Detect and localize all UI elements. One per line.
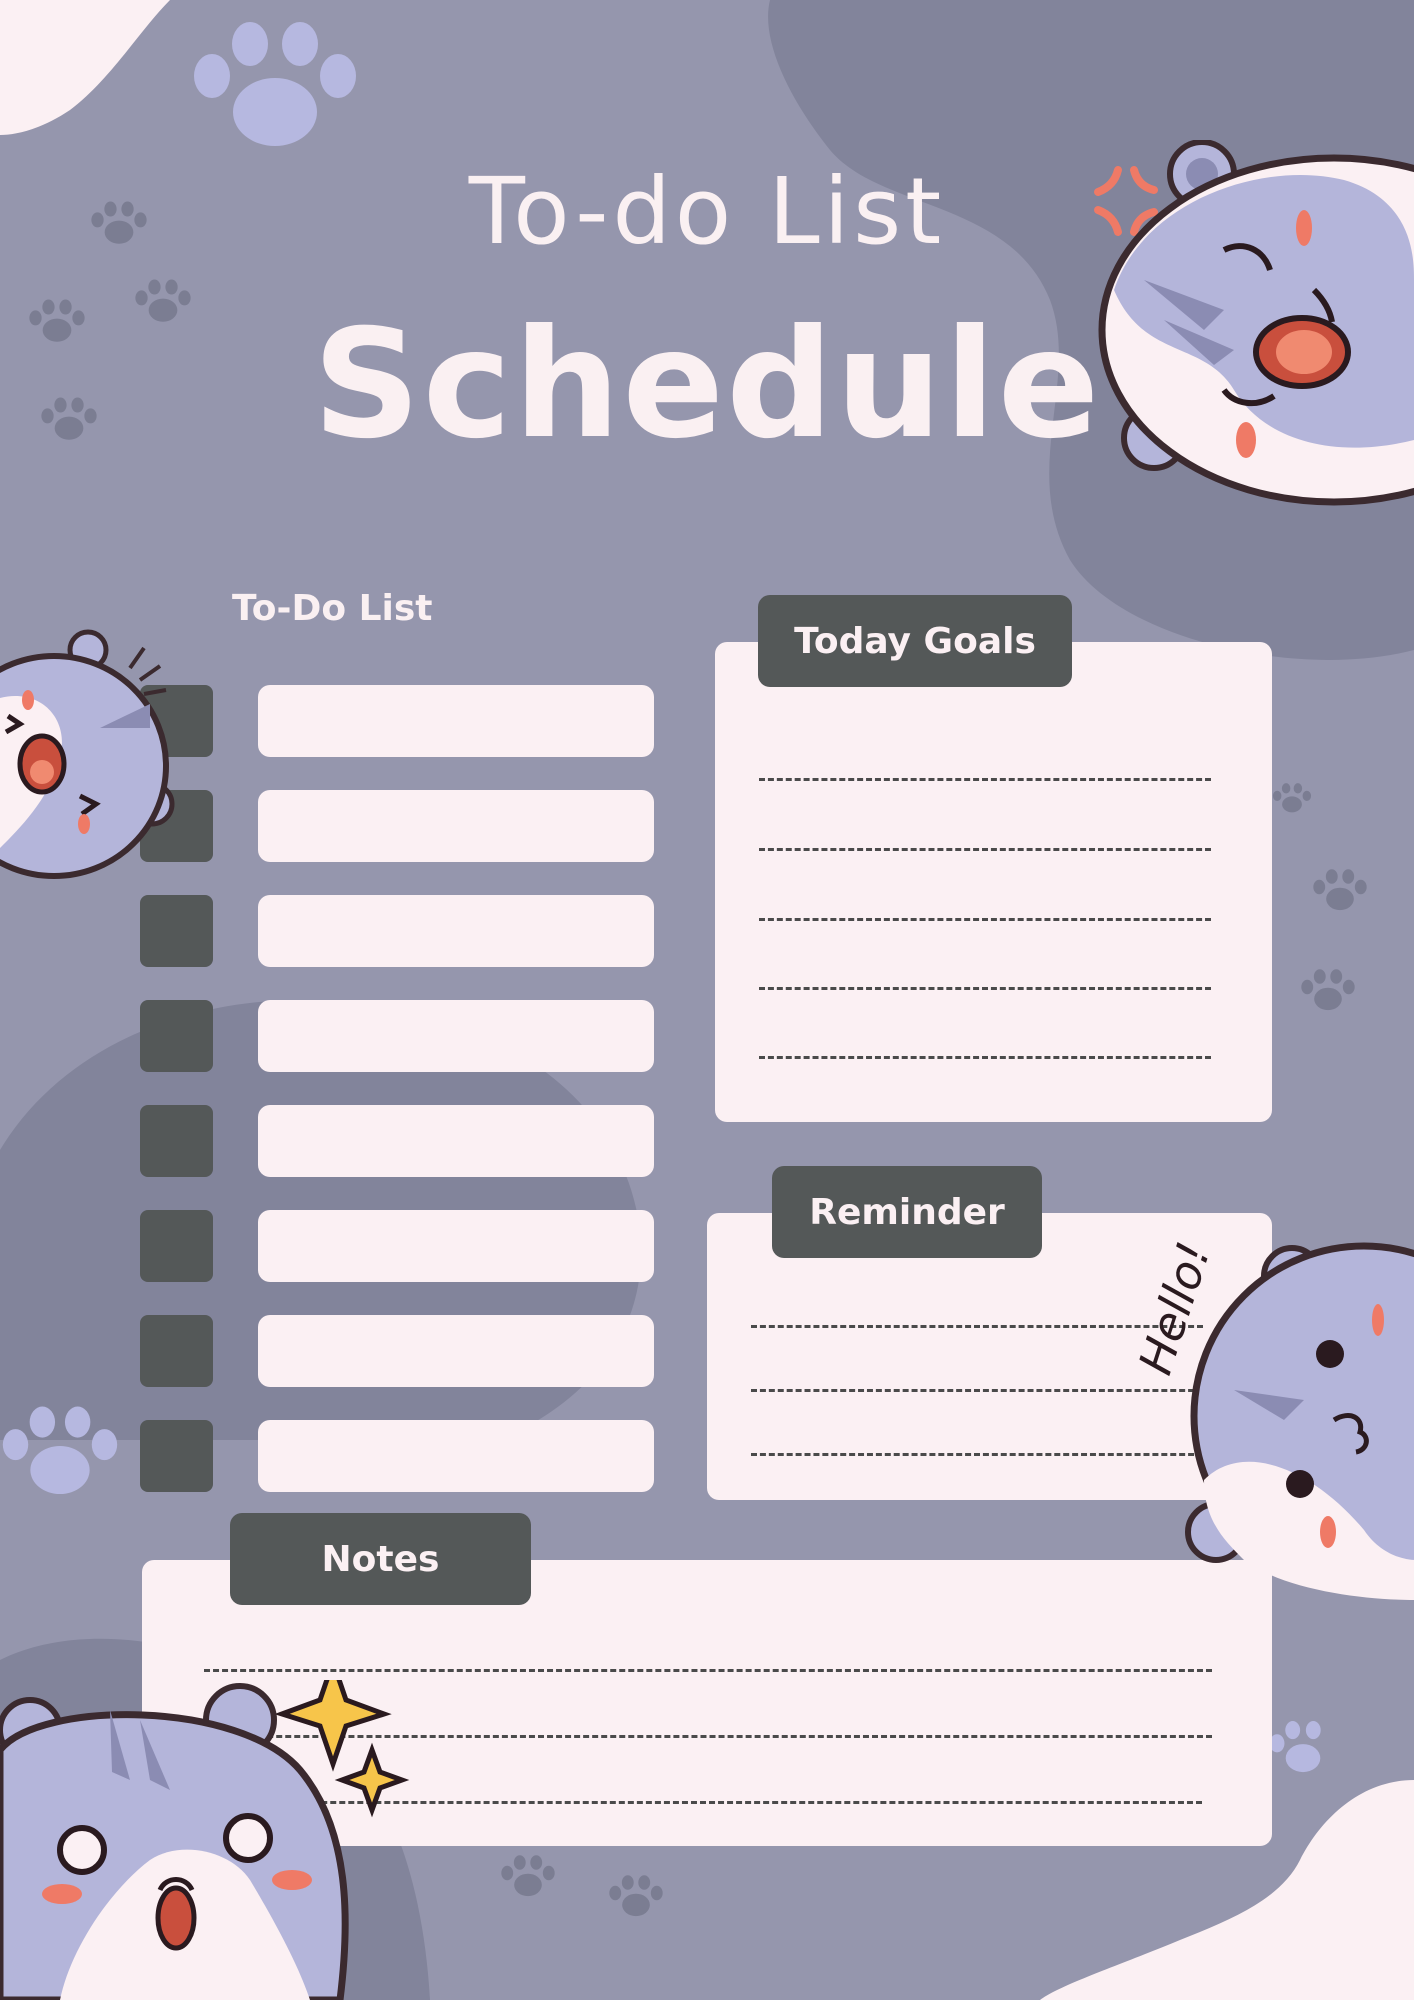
todo-row — [140, 1105, 656, 1177]
paw-print-icon — [1272, 783, 1312, 813]
top-left-corner-shape — [0, 0, 170, 135]
todo-text-field[interactable] — [258, 790, 654, 862]
todo-text-field[interactable] — [258, 1105, 654, 1177]
goal-line[interactable] — [759, 1056, 1211, 1059]
paw-print-icon — [194, 22, 356, 146]
todo-row — [140, 1000, 656, 1072]
paw-print-icon — [1269, 1721, 1321, 1773]
todo-row — [140, 1210, 656, 1282]
paw-print-icon — [501, 1855, 555, 1897]
todo-checkbox[interactable] — [140, 1420, 213, 1492]
reminder-line[interactable] — [751, 1453, 1203, 1456]
todo-checkbox[interactable] — [140, 1105, 213, 1177]
todo-text-field[interactable] — [258, 1000, 654, 1072]
todo-row — [140, 790, 656, 862]
paw-print-icon — [1301, 969, 1355, 1011]
todo-row — [140, 895, 656, 967]
notes-line[interactable] — [204, 1669, 1212, 1672]
todo-checkbox[interactable] — [140, 1315, 213, 1387]
todo-text-field[interactable] — [258, 1315, 654, 1387]
todo-checkbox[interactable] — [140, 895, 213, 967]
anger-mark-icon — [1094, 166, 1158, 236]
paw-print-icon — [2, 1406, 118, 1495]
today-goals-tab: Today Goals — [758, 595, 1072, 687]
goal-line[interactable] — [759, 987, 1211, 990]
notes-tab: Notes — [230, 1513, 531, 1605]
goal-line[interactable] — [759, 848, 1211, 851]
hamster-icon — [0, 629, 175, 879]
goal-line[interactable] — [759, 918, 1211, 921]
todo-text-field[interactable] — [258, 1420, 654, 1492]
todo-text-field[interactable] — [258, 1210, 654, 1282]
today-goals-panel — [715, 642, 1272, 1122]
paw-print-icon — [609, 1875, 663, 1917]
reminder-tab: Reminder — [772, 1166, 1042, 1258]
todo-text-field[interactable] — [258, 685, 654, 757]
reminder-line[interactable] — [751, 1325, 1203, 1328]
hamster-icon — [0, 1680, 410, 2000]
todo-row — [140, 1420, 656, 1492]
todo-checkbox[interactable] — [140, 1210, 213, 1282]
page: { "header": { "title_line1": "To-do List… — [0, 0, 1414, 2000]
todo-row — [140, 1315, 656, 1387]
todo-checkbox[interactable] — [140, 1000, 213, 1072]
todo-list-heading: To-Do List — [232, 588, 433, 629]
paw-print-icon — [1313, 869, 1367, 911]
reminder-line[interactable] — [751, 1389, 1203, 1392]
hamster-icon — [1094, 140, 1414, 506]
todo-text-field[interactable] — [258, 895, 654, 967]
todo-row — [140, 685, 656, 757]
goal-line[interactable] — [759, 778, 1211, 781]
